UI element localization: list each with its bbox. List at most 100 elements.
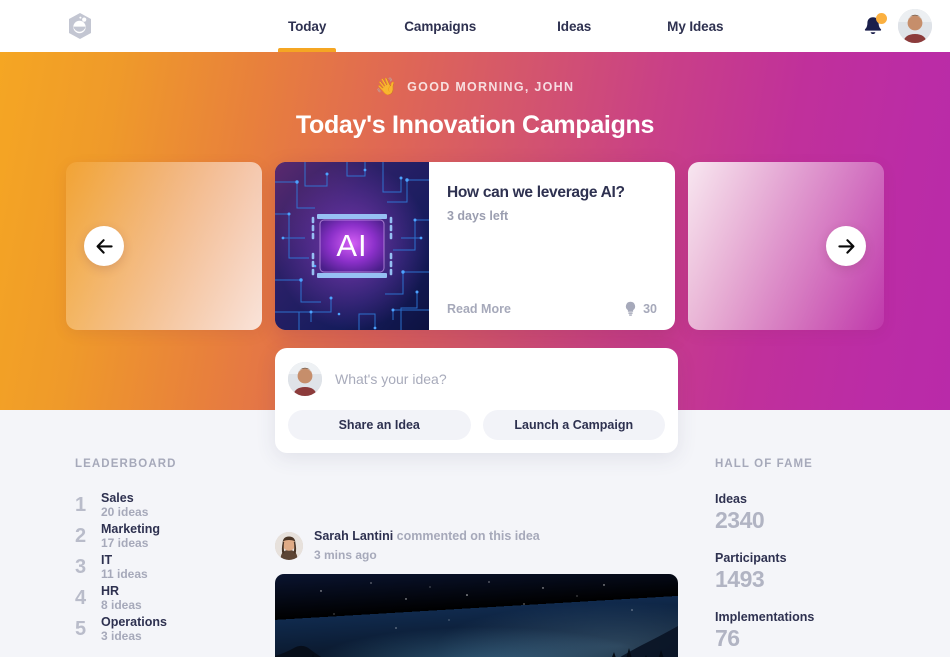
carousel-card-previous[interactable] xyxy=(66,162,262,330)
activity-feed-item: Sarah Lantini commented on this idea 3 m… xyxy=(275,528,678,657)
feed-author-avatar[interactable] xyxy=(275,531,303,560)
leaderboard-entry: IT 11 ideas xyxy=(101,553,148,582)
leaderboard-name: Marketing xyxy=(101,521,161,536)
waving-hand-icon: 👋 xyxy=(375,77,399,96)
leaderboard-rank: 5 xyxy=(75,618,87,640)
notifications-button[interactable] xyxy=(862,13,887,38)
ai-chip-circuit-icon: AI xyxy=(275,162,429,330)
stat-value: 1493 xyxy=(715,566,765,592)
campaign-card-footer: Read More 30 xyxy=(447,301,657,316)
arrow-left-icon xyxy=(96,238,113,254)
leaderboard-rank: 1 xyxy=(75,494,87,516)
leaderboard-title: LEADERBOARD xyxy=(75,458,177,470)
page-title: Today's Innovation Campaigns xyxy=(295,111,655,139)
campaign-carousel: AI How can we leverage AI? 3 days left R… xyxy=(0,162,950,330)
feed-author-name[interactable]: Sarah Lantini xyxy=(314,529,393,543)
nav-item-today[interactable]: Today xyxy=(270,0,344,52)
notification-badge-dot xyxy=(876,13,887,24)
feed-headline: Sarah Lantini commented on this idea xyxy=(314,528,540,545)
content-area: Share an Idea Launch a Campaign Sarah La… xyxy=(0,348,950,657)
campaign-card[interactable]: AI How can we leverage AI? 3 days left R… xyxy=(275,162,675,330)
hall-of-fame-panel: HALL OF FAME Ideas 2340 Participants 149… xyxy=(715,458,895,657)
leaderboard-list: 1 Sales 20 ideas 2 Marketing 17 ideas 3 … xyxy=(75,490,250,645)
nav-item-ideas[interactable]: Ideas xyxy=(539,0,609,52)
leaderboard-rank: 4 xyxy=(75,587,87,609)
leaderboard-row[interactable]: 1 Sales 20 ideas xyxy=(75,490,250,521)
leaderboard-rank: 2 xyxy=(75,525,87,547)
feed-timestamp: 3 mins ago xyxy=(314,547,377,562)
nav-label: Ideas xyxy=(557,18,592,34)
idea-compose-card: Share an Idea Launch a Campaign xyxy=(275,348,678,453)
campaign-deadline: 3 days left xyxy=(447,209,509,223)
launch-campaign-button[interactable]: Launch a Campaign xyxy=(482,410,665,440)
feed-item-text: Sarah Lantini commented on this idea 3 m… xyxy=(314,528,540,563)
leaderboard-row[interactable]: 3 IT 11 ideas xyxy=(75,552,250,583)
user-avatar-button[interactable] xyxy=(898,9,932,43)
nav-item-my-ideas[interactable]: My Ideas xyxy=(649,0,741,52)
top-navigation-bar: Today Campaigns Ideas My Ideas xyxy=(0,0,950,52)
feed-item-image[interactable] xyxy=(275,574,678,657)
leaderboard-count: 8 ideas xyxy=(101,598,142,613)
stat-value: 76 xyxy=(715,625,740,651)
leaderboard-name: IT xyxy=(101,552,113,567)
compose-action-buttons: Share an Idea Launch a Campaign xyxy=(288,410,665,440)
leaderboard-count: 17 ideas xyxy=(101,536,149,551)
stat-value: 2340 xyxy=(715,507,765,533)
user-avatar-icon xyxy=(288,362,322,396)
leaderboard-name: Operations xyxy=(101,614,167,629)
feed-action-text: commented on this idea xyxy=(396,529,540,543)
user-avatar-sarah-icon xyxy=(275,531,303,560)
night-sky-forest-image xyxy=(275,574,678,657)
lightbulb-icon xyxy=(625,301,636,316)
user-avatar-icon xyxy=(898,9,932,43)
carousel-prev-button[interactable] xyxy=(84,226,124,266)
leaderboard-rank: 3 xyxy=(75,556,87,578)
leaderboard-count: 11 ideas xyxy=(101,567,148,582)
leaderboard-count: 20 ideas xyxy=(101,505,149,520)
nav-label: Campaigns xyxy=(404,18,477,34)
hall-of-fame-title: HALL OF FAME xyxy=(715,458,813,470)
leaderboard-row[interactable]: 2 Marketing 17 ideas xyxy=(75,521,250,552)
stat-item: Implementations 76 xyxy=(715,610,895,652)
compose-input-row xyxy=(288,362,665,410)
campaign-image-ai-chip: AI xyxy=(275,162,429,330)
stat-label: Implementations xyxy=(715,610,815,624)
greeting-text: GOOD MORNING, JOHN xyxy=(407,79,575,94)
idea-count-value: 30 xyxy=(643,301,657,316)
campaign-idea-count: 30 xyxy=(624,301,657,316)
share-idea-button[interactable]: Share an Idea xyxy=(288,410,471,440)
topbar-actions xyxy=(862,9,950,43)
hall-of-fame-stats: Ideas 2340 Participants 1493 Implementat… xyxy=(715,492,895,652)
campaign-card-body: How can we leverage AI? 3 days left Read… xyxy=(429,162,675,330)
leaderboard-row[interactable]: 5 Operations 3 ideas xyxy=(75,614,250,645)
read-more-link[interactable]: Read More xyxy=(447,302,511,316)
carousel-next-button[interactable] xyxy=(826,226,866,266)
leaderboard-name: Sales xyxy=(101,490,134,505)
stat-item: Participants 1493 xyxy=(715,551,895,593)
idea-input[interactable] xyxy=(335,371,665,387)
leaderboard-row[interactable]: 4 HR 8 ideas xyxy=(75,583,250,614)
stat-label: Ideas xyxy=(715,492,747,506)
campaign-title: How can we leverage AI? xyxy=(447,184,625,201)
leaderboard-count: 3 ideas xyxy=(101,629,142,644)
nav-label: Today xyxy=(288,18,327,34)
leaderboard-panel: LEADERBOARD 1 Sales 20 ideas 2 Marketing… xyxy=(75,458,250,645)
leaderboard-entry: Sales 20 ideas xyxy=(101,491,148,520)
leaderboard-entry: HR 8 ideas xyxy=(101,584,142,613)
leaderboard-name: HR xyxy=(101,583,120,598)
stat-label: Participants xyxy=(715,551,787,565)
hexagon-droplet-logo-icon xyxy=(69,13,91,39)
feed-item-header: Sarah Lantini commented on this idea 3 m… xyxy=(275,528,678,563)
carousel-card-next[interactable] xyxy=(688,162,884,330)
stat-item: Ideas 2340 xyxy=(715,492,895,534)
leaderboard-entry: Marketing 17 ideas xyxy=(101,522,160,551)
main-navigation: Today Campaigns Ideas My Ideas xyxy=(160,0,862,52)
svg-text:AI: AI xyxy=(336,228,367,263)
arrow-right-icon xyxy=(837,238,854,254)
nav-item-campaigns[interactable]: Campaigns xyxy=(386,0,494,52)
leaderboard-entry: Operations 3 ideas xyxy=(101,615,167,644)
greeting-row: 👋 GOOD MORNING, JOHN xyxy=(0,52,950,95)
app-logo[interactable] xyxy=(0,12,160,40)
nav-label: My Ideas xyxy=(667,18,724,34)
compose-user-avatar xyxy=(288,362,322,396)
